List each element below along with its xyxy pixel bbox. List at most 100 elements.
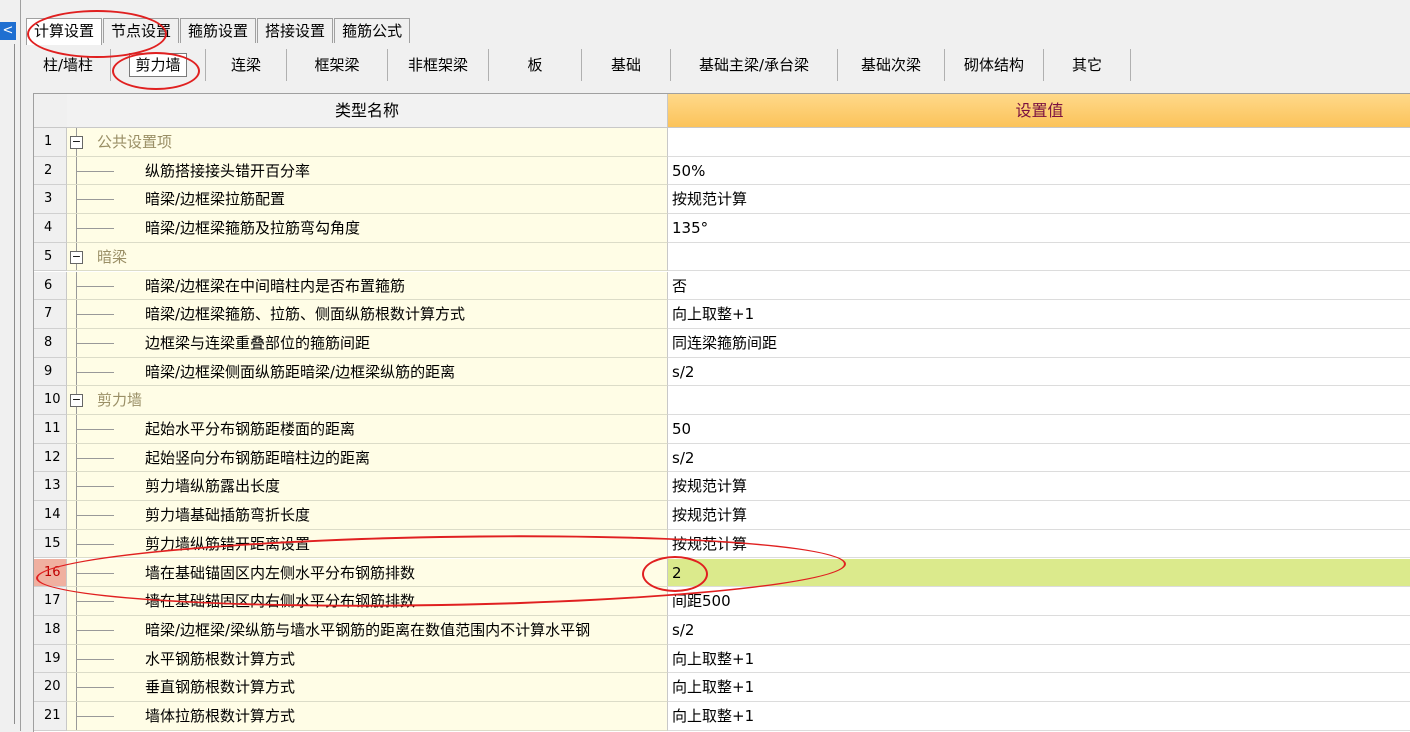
setting-value-cell[interactable]	[668, 386, 1410, 415]
setting-name-cell: 暗梁/边框梁侧面纵筋距暗梁/边框梁纵筋的距离	[67, 357, 668, 387]
row-number: 8	[34, 328, 67, 358]
tree-branch	[76, 170, 114, 172]
tab-label: 剪力墙	[129, 53, 187, 77]
setting-value-cell[interactable]: 间距500	[668, 587, 1410, 616]
collapse-icon[interactable]: −	[70, 250, 83, 264]
group-row[interactable]: 10− 剪力墙	[34, 386, 1410, 415]
table-row[interactable]: 15 剪力墙纵筋错开距离设置 按规范计算	[34, 529, 1410, 559]
row-number: 3	[34, 185, 67, 215]
tab-label: 连梁	[230, 56, 261, 74]
tab-nonframe-beam[interactable]: 非框架梁	[388, 49, 489, 81]
tab-stirrup-formula[interactable]: 箍筋公式	[334, 18, 411, 43]
tree-branch	[76, 572, 114, 574]
primary-tabbar: 计算设置 节点设置 箍筋设置 搭接设置 箍筋公式	[26, 18, 411, 45]
table-row[interactable]: 18 暗梁/边框梁/梁纵筋与墙水平钢筋的距离在数值范围内不计算水平钢 s/2	[34, 615, 1410, 645]
setting-name-cell: 剪力墙纵筋露出长度	[67, 472, 668, 502]
tab-node-settings[interactable]: 节点设置	[103, 18, 180, 43]
tab-foundation-main-beam[interactable]: 基础主梁/承台梁	[671, 49, 838, 81]
row-number: 4	[34, 214, 67, 243]
tab-coupling-beam[interactable]: 连梁	[206, 49, 287, 81]
setting-value-cell[interactable]: 2	[668, 558, 1410, 588]
table-row[interactable]: 20 垂直钢筋根数计算方式 向上取整+1	[34, 673, 1410, 702]
setting-value-cell[interactable]	[668, 128, 1410, 157]
setting-label: 墙体拉筋根数计算方式	[145, 707, 296, 725]
tab-frame-beam[interactable]: 框架梁	[287, 49, 388, 81]
setting-name-cell: 水平钢筋根数计算方式	[67, 644, 668, 674]
tab-label: 柱/墙柱	[42, 56, 94, 74]
tab-foundation-secondary-beam[interactable]: 基础次梁	[838, 49, 945, 81]
setting-value-cell[interactable]	[668, 242, 1410, 272]
setting-name-cell: 起始水平分布钢筋距楼面的距离	[67, 415, 668, 444]
tab-calc-settings[interactable]: 计算设置	[26, 18, 103, 45]
table-row[interactable]: 12 起始竖向分布钢筋距暗柱边的距离 s/2	[34, 443, 1410, 473]
row-number: 2	[34, 156, 67, 186]
setting-value-cell[interactable]: 向上取整+1	[668, 300, 1410, 329]
tab-lap-settings[interactable]: 搭接设置	[257, 18, 334, 43]
setting-value-cell[interactable]: 按规范计算	[668, 529, 1410, 559]
setting-name-cell: − 暗梁	[67, 242, 668, 272]
table-row[interactable]: 6 暗梁/边框梁在中间暗柱内是否布置箍筋 否	[34, 271, 1410, 301]
table-row[interactable]: 7 暗梁/边框梁箍筋、拉筋、侧面纵筋根数计算方式 向上取整+1	[34, 300, 1410, 329]
setting-value-cell[interactable]: 50	[668, 415, 1410, 444]
setting-value-cell[interactable]: s/2	[668, 357, 1410, 387]
setting-value-cell[interactable]: s/2	[668, 615, 1410, 645]
setting-label: 暗梁/边框梁拉筋配置	[145, 190, 286, 209]
table-row[interactable]: 4 暗梁/边框梁箍筋及拉筋弯勾角度 135°	[34, 214, 1410, 243]
setting-value-cell[interactable]: 按规范计算	[668, 185, 1410, 215]
row-number: 5	[34, 242, 67, 272]
setting-value-cell[interactable]: 按规范计算	[668, 472, 1410, 502]
tree-branch	[76, 515, 114, 517]
setting-value-cell[interactable]: 否	[668, 271, 1410, 301]
table-row[interactable]: 17 墙在基础锚固区内右侧水平分布钢筋排数 间距500	[34, 587, 1410, 616]
column-header-name[interactable]: 类型名称	[67, 94, 668, 128]
group-row[interactable]: 5− 暗梁	[34, 242, 1410, 272]
table-row[interactable]: 9 暗梁/边框梁侧面纵筋距暗梁/边框梁纵筋的距离 s/2	[34, 357, 1410, 387]
table-row[interactable]: 11 起始水平分布钢筋距楼面的距离 50	[34, 415, 1410, 444]
tab-stirrup-settings[interactable]: 箍筋设置	[180, 18, 257, 43]
setting-label: 剪力墙纵筋错开距离设置	[145, 534, 311, 553]
column-header-value[interactable]: 设置值	[668, 94, 1410, 128]
tab-other[interactable]: 其它	[1044, 49, 1131, 81]
row-number: 7	[34, 300, 67, 329]
table-row[interactable]: 21 墙体拉筋根数计算方式 向上取整+1	[34, 702, 1410, 731]
collapse-icon[interactable]: −	[70, 394, 83, 408]
group-label: 剪力墙	[97, 391, 143, 410]
collapse-panel-icon[interactable]: <	[0, 22, 16, 40]
setting-value-cell[interactable]: 向上取整+1	[668, 644, 1410, 674]
setting-name-cell: 纵筋搭接接头错开百分率	[67, 156, 668, 186]
tab-masonry[interactable]: 砌体结构	[945, 49, 1044, 81]
setting-label: 暗梁/边框梁/梁纵筋与墙水平钢筋的距离在数值范围内不计算水平钢	[145, 620, 591, 639]
setting-value-cell[interactable]: 同连梁箍筋间距	[668, 328, 1410, 358]
tab-label: 框架梁	[314, 56, 360, 74]
tree-branch	[76, 429, 114, 430]
setting-value-cell[interactable]: 135°	[668, 214, 1410, 243]
setting-label: 暗梁/边框梁箍筋、拉筋、侧面纵筋根数计算方式	[145, 305, 466, 324]
tab-slab[interactable]: 板	[489, 49, 582, 81]
setting-name-cell: 暗梁/边框梁拉筋配置	[67, 185, 668, 215]
setting-value-cell[interactable]: 按规范计算	[668, 501, 1410, 530]
setting-name-cell: − 公共设置项	[67, 128, 668, 157]
table-row[interactable]: 3 暗梁/边框梁拉筋配置 按规范计算	[34, 185, 1410, 215]
table-row[interactable]: 14 剪力墙基础插筋弯折长度 按规范计算	[34, 501, 1410, 530]
setting-label: 暗梁/边框梁在中间暗柱内是否布置箍筋	[145, 276, 406, 295]
collapse-icon[interactable]: −	[70, 136, 83, 149]
setting-name-cell: 暗梁/边框梁箍筋及拉筋弯勾角度	[67, 214, 668, 243]
group-row[interactable]: 1− 公共设置项	[34, 128, 1410, 157]
setting-value-cell[interactable]: 50%	[668, 156, 1410, 186]
tree-branch	[76, 285, 114, 287]
tab-column[interactable]: 柱/墙柱	[26, 49, 111, 81]
tree-branch	[76, 687, 114, 689]
tab-foundation[interactable]: 基础	[582, 49, 671, 81]
setting-value-cell[interactable]: 向上取整+1	[668, 673, 1410, 702]
table-row[interactable]: 13 剪力墙纵筋露出长度 按规范计算	[34, 472, 1410, 502]
row-number: 1	[34, 128, 67, 157]
setting-value-cell[interactable]: 向上取整+1	[668, 702, 1410, 731]
table-row[interactable]: 8 边框梁与连梁重叠部位的箍筋间距 同连梁箍筋间距	[34, 328, 1410, 358]
table-row[interactable]: 19 水平钢筋根数计算方式 向上取整+1	[34, 644, 1410, 674]
setting-value-cell[interactable]: s/2	[668, 443, 1410, 473]
setting-label: 墙在基础锚固区内左侧水平分布钢筋排数	[145, 563, 416, 582]
setting-name-cell: 起始竖向分布钢筋距暗柱边的距离	[67, 443, 668, 473]
table-row[interactable]: 2 纵筋搭接接头错开百分率 50%	[34, 156, 1410, 186]
tab-shear-wall[interactable]: 剪力墙	[111, 49, 206, 81]
table-row[interactable]: 16 墙在基础锚固区内左侧水平分布钢筋排数 2	[34, 558, 1410, 588]
